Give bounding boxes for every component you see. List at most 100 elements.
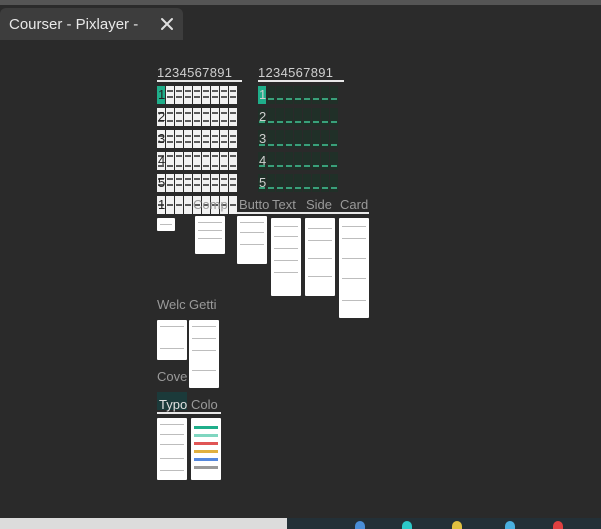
grid-thumb[interactable] (321, 152, 329, 170)
grid-thumb[interactable] (312, 174, 320, 192)
grid-thumb[interactable] (285, 108, 293, 126)
frame-button[interactable] (237, 216, 267, 264)
grid-right-row-3[interactable] (258, 130, 338, 148)
frame-typography[interactable] (157, 418, 187, 480)
grid-thumb[interactable] (202, 86, 210, 104)
frame-getting[interactable] (189, 320, 219, 388)
grid-thumb[interactable] (220, 86, 228, 104)
grid-thumb[interactable] (330, 130, 338, 148)
grid-thumb[interactable] (276, 86, 284, 104)
frame-card[interactable] (339, 218, 369, 318)
grid-thumb[interactable] (166, 152, 174, 170)
grid-left-row-3[interactable] (157, 130, 237, 148)
grid-thumb[interactable] (193, 174, 201, 192)
grid-left-row-5[interactable] (157, 174, 237, 192)
grid-thumb[interactable] (202, 130, 210, 148)
grid-thumb[interactable] (202, 152, 210, 170)
grid-left-row-4[interactable] (157, 152, 237, 170)
grid-thumb[interactable] (211, 130, 219, 148)
grid-thumb[interactable] (276, 174, 284, 192)
grid-thumb[interactable] (294, 174, 302, 192)
grid-thumb[interactable] (312, 108, 320, 126)
grid-thumb[interactable] (294, 130, 302, 148)
grid-thumb[interactable] (321, 174, 329, 192)
grid-thumb[interactable] (211, 152, 219, 170)
grid-right-row-4[interactable] (258, 152, 338, 170)
taskbar-app-icon[interactable] (452, 521, 462, 529)
grid-thumb[interactable] (303, 130, 311, 148)
grid-thumb[interactable] (321, 130, 329, 148)
frame-welcome[interactable] (157, 320, 187, 360)
grid-thumb[interactable] (193, 86, 201, 104)
grid-thumb[interactable] (285, 130, 293, 148)
grid-thumb[interactable] (175, 174, 183, 192)
grid-thumb[interactable] (220, 130, 228, 148)
grid-thumb[interactable] (330, 86, 338, 104)
frame-text[interactable] (271, 218, 301, 296)
grid-thumb[interactable] (211, 86, 219, 104)
grid-thumb[interactable] (267, 152, 275, 170)
grid-thumb[interactable] (229, 196, 237, 214)
grid-left-row-2[interactable] (157, 108, 237, 126)
grid-left-row-1[interactable] (157, 86, 237, 104)
grid-right-row-2[interactable] (258, 108, 338, 126)
grid-thumb[interactable] (175, 196, 183, 214)
frame-side[interactable] (305, 218, 335, 296)
grid-thumb[interactable] (229, 86, 237, 104)
grid-thumb[interactable] (303, 108, 311, 126)
grid-thumb[interactable] (294, 108, 302, 126)
taskbar-app-icon[interactable] (355, 521, 365, 529)
grid-thumb[interactable] (294, 152, 302, 170)
frame-comp[interactable] (195, 216, 225, 254)
grid-thumb[interactable] (175, 86, 183, 104)
taskbar-app-icon[interactable] (553, 521, 563, 529)
grid-thumb[interactable] (220, 174, 228, 192)
close-icon[interactable] (159, 16, 175, 32)
grid-thumb[interactable] (175, 152, 183, 170)
grid-thumb[interactable] (211, 108, 219, 126)
grid-thumb[interactable] (202, 108, 210, 126)
grid-thumb[interactable] (184, 108, 192, 126)
grid-thumb[interactable] (184, 152, 192, 170)
grid-thumb[interactable] (193, 108, 201, 126)
grid-thumb[interactable] (166, 108, 174, 126)
grid-thumb[interactable] (229, 108, 237, 126)
grid-thumb[interactable] (330, 174, 338, 192)
grid-thumb[interactable] (285, 152, 293, 170)
grid-right-row-5[interactable] (258, 174, 338, 192)
document-tab[interactable]: Courser - Pixlayer - (0, 8, 183, 40)
grid-thumb[interactable] (184, 174, 192, 192)
grid-thumb[interactable] (276, 152, 284, 170)
grid-thumb[interactable] (166, 196, 174, 214)
grid-thumb[interactable] (211, 174, 219, 192)
grid-thumb[interactable] (175, 108, 183, 126)
grid-thumb[interactable] (321, 86, 329, 104)
grid-thumb[interactable] (330, 108, 338, 126)
grid-thumb[interactable] (294, 86, 302, 104)
grid-thumb[interactable] (276, 108, 284, 126)
grid-thumb[interactable] (175, 130, 183, 148)
grid-thumb[interactable] (303, 174, 311, 192)
grid-thumb[interactable] (184, 130, 192, 148)
grid-thumb[interactable] (285, 86, 293, 104)
grid-thumb[interactable] (303, 86, 311, 104)
taskbar-app-icon[interactable] (505, 521, 515, 529)
grid-thumb[interactable] (166, 130, 174, 148)
grid-thumb[interactable] (229, 130, 237, 148)
grid-thumb[interactable] (166, 86, 174, 104)
grid-thumb[interactable] (193, 152, 201, 170)
grid-thumb[interactable] (312, 152, 320, 170)
grid-thumb[interactable] (220, 108, 228, 126)
grid-thumb[interactable] (303, 152, 311, 170)
grid-thumb[interactable] (229, 174, 237, 192)
grid-thumb[interactable] (193, 130, 201, 148)
grid-thumb[interactable] (220, 152, 228, 170)
grid-thumb[interactable] (285, 174, 293, 192)
grid-thumb[interactable] (330, 152, 338, 170)
grid-thumb[interactable] (312, 86, 320, 104)
design-canvas[interactable]: 1234567891 1234567891 1 2 3 4 5 1 1 2 3 … (0, 40, 601, 518)
grid-thumb[interactable] (321, 108, 329, 126)
taskbar-app-icon[interactable] (402, 521, 412, 529)
grid-thumb[interactable] (166, 174, 174, 192)
grid-thumb[interactable] (267, 130, 275, 148)
